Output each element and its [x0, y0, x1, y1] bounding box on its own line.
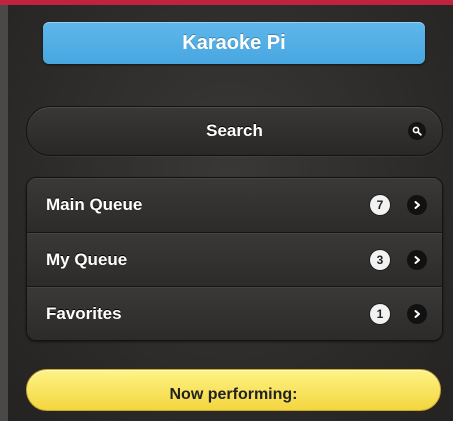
search-icon — [408, 122, 426, 140]
count-badge: 1 — [370, 303, 390, 324]
list-item-label: My Queue — [46, 249, 128, 269]
chevron-right-icon — [407, 249, 427, 270]
search-label: Search — [206, 121, 263, 140]
chevron-right-icon — [407, 303, 427, 324]
list-item-label: Main Queue — [46, 195, 143, 214]
app-frame: Karaoke Pi Search Main Queue 7 My Queue … — [0, 0, 453, 421]
count-badge: 3 — [370, 249, 390, 270]
app-title-button[interactable]: Karaoke Pi — [43, 22, 425, 64]
now-performing-label: Now performing: — [169, 386, 298, 403]
list-item-favorites[interactable]: Favorites 1 — [27, 286, 442, 340]
search-button[interactable]: Search — [26, 106, 443, 156]
app-title: Karaoke Pi — [182, 31, 286, 54]
queue-list: Main Queue 7 My Queue 3 Favorites 1 — [26, 177, 443, 341]
now-performing-button[interactable]: Now performing: — [26, 369, 441, 411]
left-edge-bar — [0, 5, 8, 421]
count-badge: 7 — [370, 195, 390, 215]
chevron-right-icon — [407, 195, 427, 215]
list-item-my-queue[interactable]: My Queue 3 — [27, 232, 442, 286]
list-item-label: Favorites — [46, 303, 122, 323]
list-item-main-queue[interactable]: Main Queue 7 — [27, 178, 442, 232]
